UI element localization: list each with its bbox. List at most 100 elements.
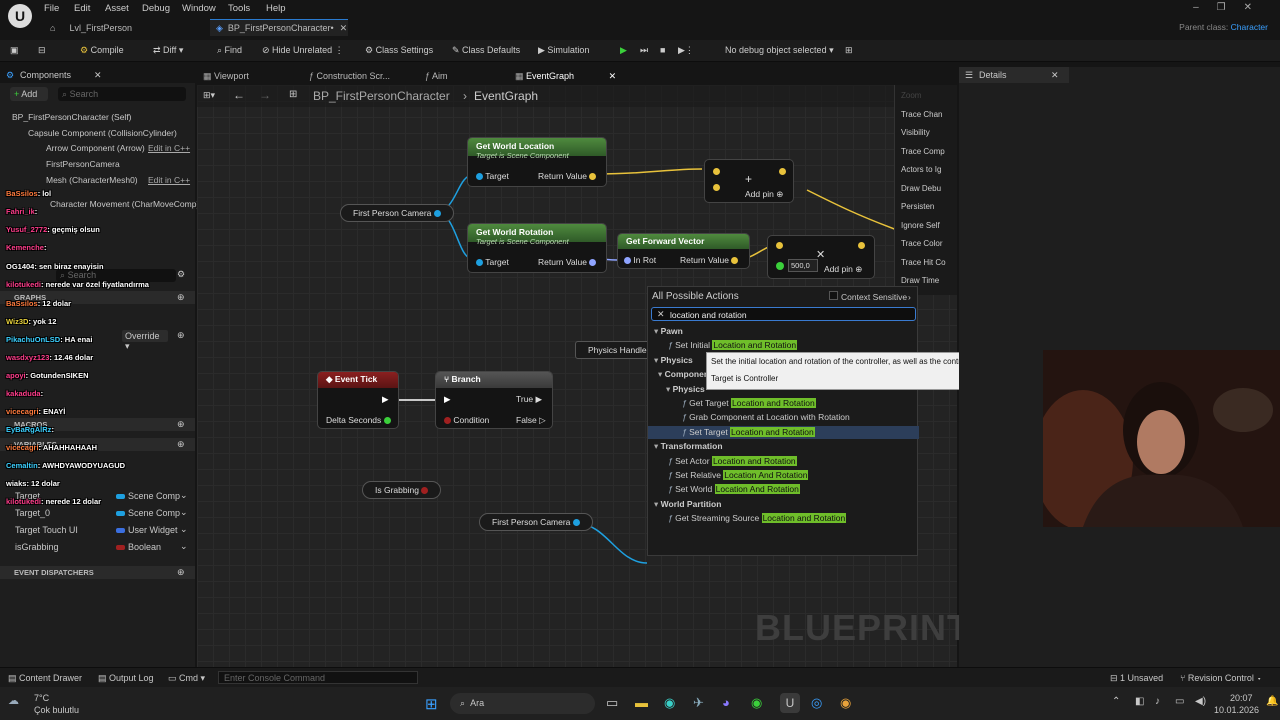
node-first-person-camera-1[interactable]: First Person Camera <box>340 204 454 222</box>
save-icon[interactable]: ▣ <box>10 45 19 56</box>
action-item[interactable]: ƒ Get Streaming Source Location and Rota… <box>648 512 919 525</box>
pin-in-rot[interactable]: In Rot <box>624 255 656 265</box>
variable-row[interactable]: isGrabbing Boolean ⌄ <box>0 541 195 555</box>
camera-tray-icon[interactable]: ◧ <box>1135 696 1144 707</box>
obs-icon[interactable]: ◉ <box>840 695 851 711</box>
node-add-vector[interactable]: + Add pin ⊕ <box>704 159 794 203</box>
pin-return-value[interactable]: Return Value <box>538 257 597 267</box>
action-item[interactable]: ƒ Get Target Location and Rotation <box>648 397 919 410</box>
chevron-down-icon[interactable]: ⌄ <box>180 541 188 552</box>
menu-window[interactable]: Window <box>182 3 216 14</box>
action-item[interactable]: ƒ Set World Location And Rotation <box>648 483 919 496</box>
all-possible-actions-menu[interactable]: All Possible Actions Context Sensitive ›… <box>647 286 919 556</box>
pin-target[interactable]: Target <box>476 257 509 267</box>
node-event-tick[interactable]: ◆ Event Tick ▶ Delta Seconds <box>317 371 399 429</box>
pin-target[interactable]: Target <box>476 171 509 181</box>
chevron-down-icon[interactable]: ⌄ <box>180 490 188 501</box>
app-icon[interactable]: ◎ <box>811 695 822 711</box>
weather-icon[interactable]: ☁ <box>8 694 19 707</box>
debug-filter-icon[interactable]: ⊞ <box>845 45 853 56</box>
tab-aim[interactable]: ƒ Aim <box>425 71 448 81</box>
action-item[interactable]: ƒ Set Actor Location and Rotation <box>648 455 919 468</box>
add-graph-icon[interactable]: ⊕ <box>177 292 185 303</box>
action-item[interactable]: ƒ Set Target Location and Rotation <box>648 425 919 439</box>
simulation-button[interactable]: ▶ Simulation <box>538 45 589 56</box>
discord-icon[interactable]: ◕ <box>722 695 730 710</box>
close-icon[interactable]: ✕ <box>94 70 102 81</box>
add-function-icon[interactable]: ⊕ <box>177 330 185 341</box>
class-settings-button[interactable]: ⚙ Class Settings <box>365 45 433 56</box>
node-multiply-vector[interactable]: ✕ 500,0 Add pin ⊕ <box>767 235 875 279</box>
step-icon[interactable]: ⏭ <box>640 45 648 56</box>
spotify-icon[interactable]: ◉ <box>751 695 762 711</box>
menu-debug[interactable]: Debug <box>142 3 170 14</box>
action-category[interactable]: ▾ World Partition <box>648 498 919 511</box>
node-first-person-camera-2[interactable]: First Person Camera <box>479 513 593 531</box>
edge-icon[interactable]: ◉ <box>664 695 675 711</box>
find-button[interactable]: ⌕ Find <box>217 45 242 56</box>
edit-cpp-link[interactable]: Edit in C++ <box>148 143 190 153</box>
override-button[interactable]: Override ▾ <box>122 330 168 351</box>
tree-capsule[interactable]: Capsule Component (CollisionCylinder) <box>28 128 177 138</box>
tree-self[interactable]: BP_FirstPersonCharacter (Self) <box>12 112 132 122</box>
advanced-play-icon[interactable]: ▶⋮ <box>678 45 694 56</box>
menu-asset[interactable]: Asset <box>105 3 129 14</box>
context-sensitive-checkbox[interactable] <box>829 291 838 300</box>
components-search[interactable]: ⌕ Search <box>58 87 186 101</box>
notification-icon[interactable]: 🔔 <box>1266 696 1278 707</box>
node-get-world-location[interactable]: Get World Location Target is Scene Compon… <box>467 137 607 187</box>
start-icon[interactable]: ⊞ <box>425 695 438 713</box>
file-explorer-icon[interactable]: ▬ <box>635 695 648 710</box>
chevron-down-icon[interactable]: ⌄ <box>180 524 188 535</box>
tree-arrow[interactable]: Arrow Component (Arrow) <box>46 143 145 153</box>
cmd-button[interactable]: ▭ Cmd ▾ <box>168 673 205 684</box>
network-icon[interactable]: ▭ <box>1175 696 1184 707</box>
event-dispatchers-section[interactable]: EVENT DISPATCHERS <box>0 566 195 579</box>
menu-help[interactable]: Help <box>266 3 286 14</box>
variable-row[interactable]: Target_0 Scene Comp ⌄ <box>0 507 195 521</box>
tab-blueprint[interactable]: ◈ BP_FirstPersonCharacter• ✕ <box>210 19 348 36</box>
hide-unrelated-button[interactable]: ⊘ Hide Unrelated ⋮ <box>262 45 344 56</box>
menu-edit[interactable]: Edit <box>74 3 90 14</box>
node-is-grabbing[interactable]: Is Grabbing <box>362 481 442 499</box>
pin-delta-seconds[interactable]: Delta Seconds <box>326 415 391 425</box>
exec-out-pin[interactable]: ▶ <box>382 394 389 405</box>
tree-movement[interactable]: Character Movement (CharMoveComp) <box>50 199 199 209</box>
mic-tray-icon[interactable]: ♪ <box>1155 696 1160 707</box>
add-pin-button[interactable]: Add pin ⊕ <box>824 264 862 275</box>
browse-icon[interactable]: ⊟ <box>38 45 46 56</box>
node-branch[interactable]: ⑂ Branch ▶ True ▶ Condition False ▷ <box>435 371 553 429</box>
close-icon[interactable]: ✕ <box>340 23 348 34</box>
clock-date[interactable]: 10.01.2026 <box>1214 705 1259 715</box>
revision-control-button[interactable]: ⑂ Revision Control ▾ <box>1180 673 1262 683</box>
add-macro-icon[interactable]: ⊕ <box>177 419 185 430</box>
output-log-button[interactable]: ▤ Output Log <box>98 673 154 684</box>
variable-row[interactable]: Target Touch UI User Widget ⌄ <box>0 524 195 538</box>
debug-object-select[interactable]: No debug object selected ▾ <box>725 45 834 56</box>
settings-icon[interactable]: ⚙ <box>177 269 185 280</box>
diff-button[interactable]: ⇄ Diff ▾ <box>153 45 183 56</box>
details-tab[interactable]: ☰ Details ✕ <box>959 67 1069 83</box>
steam-icon[interactable]: ✈ <box>693 695 704 711</box>
add-pin-button[interactable]: Add pin ⊕ <box>745 189 783 200</box>
action-item[interactable]: ƒ Grab Component at Location with Rotati… <box>648 411 919 424</box>
tab-construction-script[interactable]: ƒ Construction Scr... <box>309 71 390 81</box>
add-dispatcher-icon[interactable]: ⊕ <box>177 567 185 578</box>
tab-level[interactable]: ⌂ Lvl_FirstPerson <box>50 19 200 36</box>
clock-time[interactable]: 20:07 <box>1230 693 1253 703</box>
unreal-taskbar-icon[interactable]: U <box>780 693 800 713</box>
class-defaults-button[interactable]: ✎ Class Defaults <box>452 45 520 56</box>
window-controls[interactable]: –❐✕ <box>1193 2 1270 13</box>
unreal-logo-icon[interactable]: U <box>8 4 32 28</box>
actions-search-input[interactable]: ✕ location and rotation <box>651 307 916 321</box>
menu-tools[interactable]: Tools <box>228 3 250 14</box>
pin-return-value[interactable]: Return Value <box>680 255 739 265</box>
console-input[interactable]: Enter Console Command <box>218 671 418 684</box>
stop-icon[interactable]: ■ <box>660 45 665 55</box>
exec-in-pin[interactable]: ▶ <box>444 394 451 405</box>
close-icon[interactable]: ✕ <box>1051 70 1059 81</box>
tab-viewport[interactable]: ▦ Viewport <box>203 71 249 82</box>
pin-false[interactable]: False ▷ <box>516 415 546 426</box>
clear-search-icon[interactable]: ✕ <box>657 309 665 320</box>
action-item[interactable]: ƒ Set Relative Location And Rotation <box>648 469 919 482</box>
